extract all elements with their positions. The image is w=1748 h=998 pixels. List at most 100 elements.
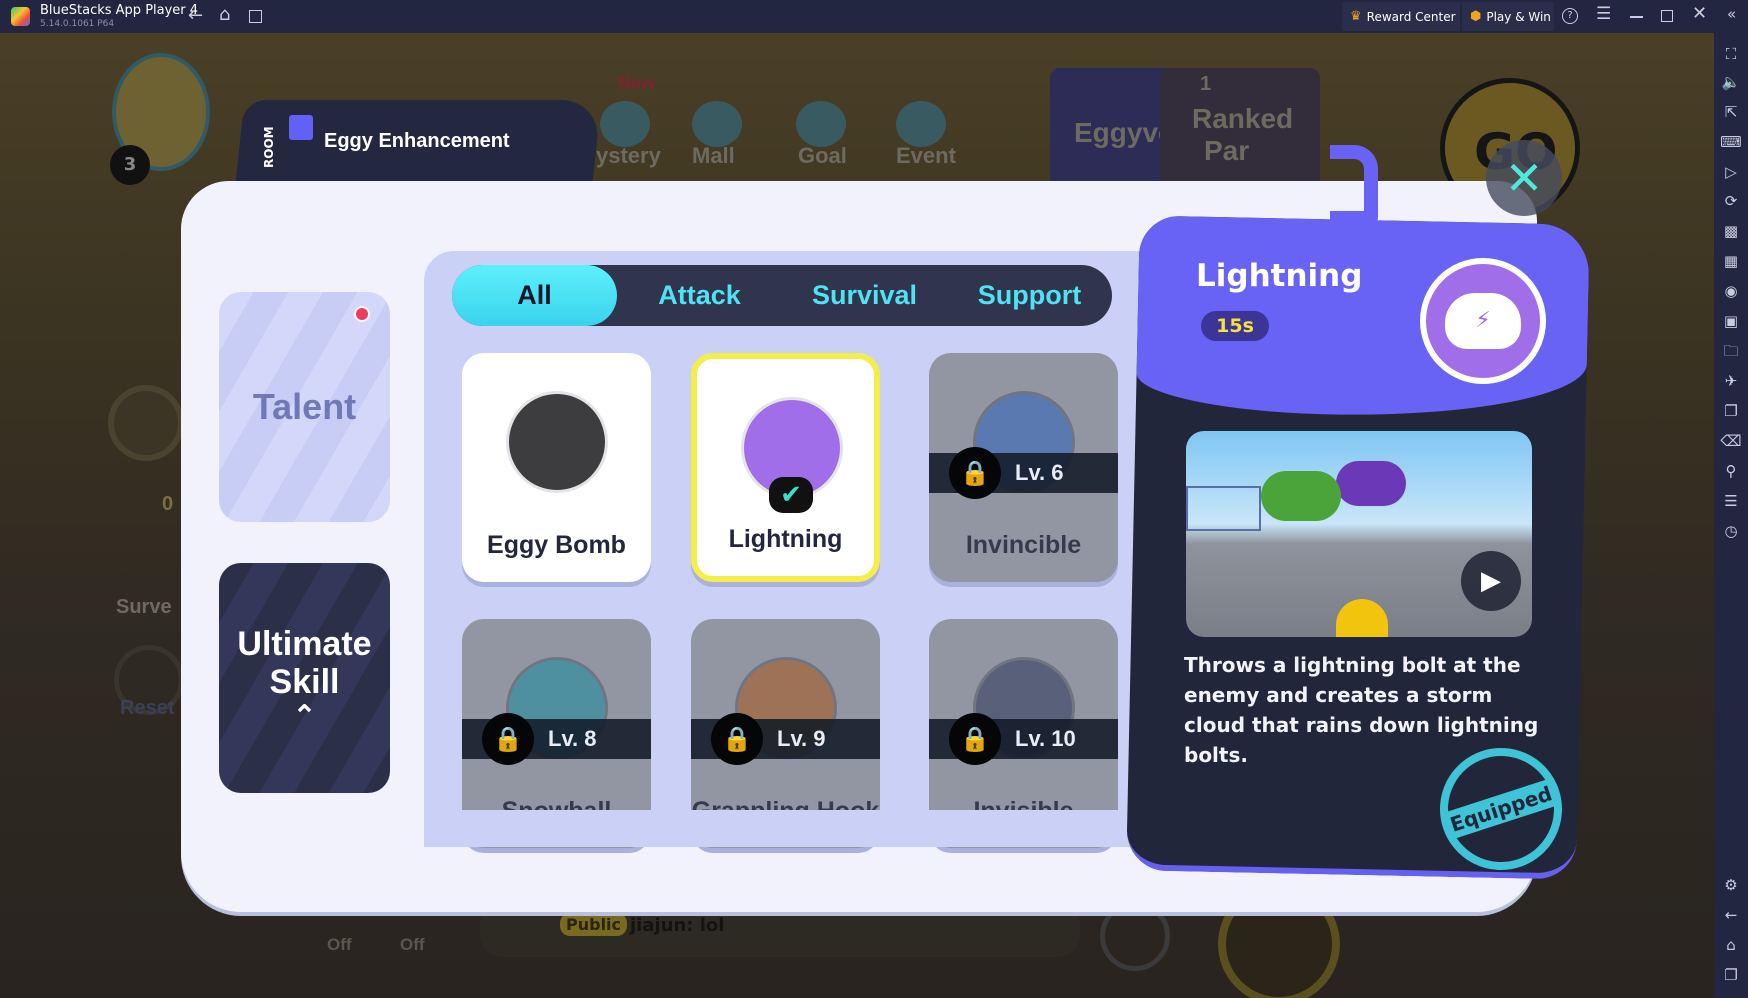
reward-center-label: Reward Center bbox=[1366, 9, 1456, 24]
back-icon[interactable]: ← bbox=[188, 5, 203, 26]
multi-instance-icon[interactable] bbox=[249, 10, 262, 23]
maximize-icon[interactable] bbox=[1661, 10, 1673, 22]
party-label: Par bbox=[1204, 135, 1250, 166]
flag-button[interactable] bbox=[108, 385, 184, 461]
keyboard-icon[interactable]: ⌨ bbox=[1714, 130, 1748, 154]
left-counter: 0 bbox=[162, 493, 174, 515]
ultimate-label-1: Ultimate bbox=[237, 625, 372, 663]
lightning-cloud-icon: ⚡ bbox=[1420, 258, 1546, 384]
voice-off-label[interactable]: Off bbox=[327, 935, 352, 955]
record-icon[interactable]: ▣ bbox=[1714, 309, 1748, 333]
airplane-icon[interactable]: ✈ bbox=[1714, 369, 1748, 393]
recent-apps-icon[interactable]: ❐ bbox=[1714, 963, 1748, 987]
reset-label: Reset bbox=[120, 697, 175, 719]
right-toolbar: ⛶ 🔈 ⇱ ⌨ ▷ ⟳ ▩ ▦ ◉ ▣ 🗀 ✈ ❐ ⌫ ⚲ ☰ ◷ ⚙ ← ⌂ … bbox=[1714, 33, 1748, 998]
lock-bar: 🔒 Lv. 9 bbox=[691, 713, 880, 765]
play-win-label: Play & Win bbox=[1486, 9, 1551, 24]
skill-icon bbox=[506, 391, 608, 493]
pointer-icon[interactable]: ⇱ bbox=[1714, 100, 1748, 124]
unlock-level: Lv. 9 bbox=[777, 726, 826, 751]
lock-icon: 🔒 bbox=[949, 447, 1001, 499]
page-title: Eggy Enhancement bbox=[324, 130, 510, 152]
ranked-count: 1 bbox=[1200, 73, 1212, 95]
tab-support[interactable]: Support bbox=[947, 265, 1112, 326]
chat-message: jiajun: lol bbox=[630, 915, 725, 936]
crown-icon: ♛ bbox=[1350, 9, 1362, 24]
room-logo: ROOM bbox=[262, 126, 276, 168]
settings-icon[interactable]: ⚙ bbox=[1714, 873, 1748, 897]
talent-label: Talent bbox=[252, 386, 357, 427]
folder-icon[interactable]: 🗀 bbox=[1714, 339, 1748, 363]
android-back-icon[interactable]: ← bbox=[1714, 903, 1748, 927]
play-win-button[interactable]: ⬢ Play & Win bbox=[1462, 2, 1554, 31]
equipped-label: Equipped bbox=[1440, 777, 1562, 841]
mystery-label[interactable]: ystery bbox=[596, 143, 661, 169]
equipped-check-icon: ✔ bbox=[769, 477, 813, 513]
performance-icon[interactable]: ▩ bbox=[1714, 219, 1748, 243]
unlock-level: Lv. 8 bbox=[548, 726, 597, 751]
close-window-icon[interactable]: ✕ bbox=[1692, 3, 1707, 24]
macro-play-icon[interactable]: ▷ bbox=[1714, 160, 1748, 184]
new-badge: New bbox=[618, 73, 656, 93]
detail-title: Lightning bbox=[1196, 258, 1363, 294]
ultimate-label-2: Skill bbox=[269, 663, 340, 701]
survey-label[interactable]: Surve bbox=[116, 596, 172, 619]
lock-bar: 🔒 Lv. 10 bbox=[929, 713, 1118, 765]
tab-attack[interactable]: Attack bbox=[617, 265, 782, 326]
fps-icon[interactable]: ▦ bbox=[1714, 249, 1748, 273]
layers-icon[interactable]: ☰ bbox=[1714, 489, 1748, 513]
menu-icon[interactable]: ☰ bbox=[1596, 4, 1611, 24]
lock-icon: 🔒 bbox=[482, 713, 534, 765]
close-button[interactable]: ✕ bbox=[1486, 140, 1562, 216]
lock-bar: 🔒 Lv. 6 bbox=[929, 447, 1118, 499]
event-label[interactable]: Event bbox=[896, 143, 956, 169]
level-badge: 3 bbox=[110, 145, 150, 185]
skill-preview-video[interactable]: ▶ bbox=[1186, 431, 1532, 637]
tab-survival[interactable]: Survival bbox=[782, 265, 947, 326]
header-square-icon bbox=[289, 115, 313, 140]
minimize-icon[interactable] bbox=[1630, 16, 1643, 18]
app-version: 5.14.0.1061 P64 bbox=[40, 19, 115, 29]
play-win-icon: ⬢ bbox=[1470, 9, 1482, 24]
notification-dot bbox=[354, 306, 370, 322]
grid-clip bbox=[424, 810, 1144, 847]
multi-window-icon[interactable]: ❐ bbox=[1714, 399, 1748, 423]
collapse-sidebar-icon[interactable]: « bbox=[1727, 5, 1736, 23]
unlock-level: Lv. 6 bbox=[1015, 460, 1064, 485]
goal-net bbox=[1186, 486, 1261, 531]
chevron-up-icon: ⌃ bbox=[292, 700, 317, 731]
skill-card[interactable]: Eggy Bomb bbox=[462, 353, 651, 582]
screenshot-icon[interactable]: ◉ bbox=[1714, 279, 1748, 303]
tree-figure bbox=[1261, 471, 1341, 521]
cooldown-badge: 15s bbox=[1201, 311, 1269, 341]
eraser-icon[interactable]: ⌫ bbox=[1714, 429, 1748, 453]
skill-name: Invincible bbox=[965, 531, 1082, 559]
home-icon[interactable]: ⌂ bbox=[219, 4, 230, 25]
hanger-hook bbox=[1330, 145, 1378, 225]
bluestacks-logo-icon bbox=[11, 7, 30, 26]
lock-icon: 🔒 bbox=[711, 713, 763, 765]
title-bar: BlueStacks App Player 4 5.14.0.1061 P64 … bbox=[0, 0, 1748, 33]
eco-mode-icon[interactable]: ◷ bbox=[1714, 519, 1748, 543]
lock-bar: 🔒 Lv. 8 bbox=[462, 713, 651, 765]
chat-channel-badge: Public bbox=[560, 913, 628, 936]
category-tabs: All Attack Survival Support bbox=[452, 265, 1112, 326]
volume-mute-icon[interactable]: 🔈 bbox=[1714, 70, 1748, 94]
lock-icon: 🔒 bbox=[949, 713, 1001, 765]
skill-card[interactable]: Invincible 🔒 Lv. 6 bbox=[929, 353, 1118, 582]
chat-off-label[interactable]: Off bbox=[400, 935, 425, 955]
rotate-icon[interactable]: ⟳ bbox=[1714, 189, 1748, 213]
help-icon[interactable]: ? bbox=[1562, 8, 1578, 24]
skill-name: Lightning bbox=[728, 525, 843, 553]
android-home-icon[interactable]: ⌂ bbox=[1714, 933, 1748, 957]
play-button-icon[interactable]: ▶ bbox=[1461, 551, 1521, 611]
tab-all[interactable]: All bbox=[452, 265, 617, 326]
ultimate-skill-tab[interactable]: Ultimate Skill ⌃ bbox=[219, 563, 390, 793]
cloud-figure bbox=[1336, 461, 1406, 506]
mall-label[interactable]: Mall bbox=[692, 143, 735, 169]
skill-card[interactable]: ✔ Lightning bbox=[691, 353, 880, 582]
fullscreen-icon[interactable]: ⛶ bbox=[1714, 42, 1748, 66]
reward-center-button[interactable]: ♛ Reward Center bbox=[1342, 2, 1460, 31]
talent-tab[interactable]: Talent bbox=[219, 292, 390, 522]
location-icon[interactable]: ⚲ bbox=[1714, 459, 1748, 483]
